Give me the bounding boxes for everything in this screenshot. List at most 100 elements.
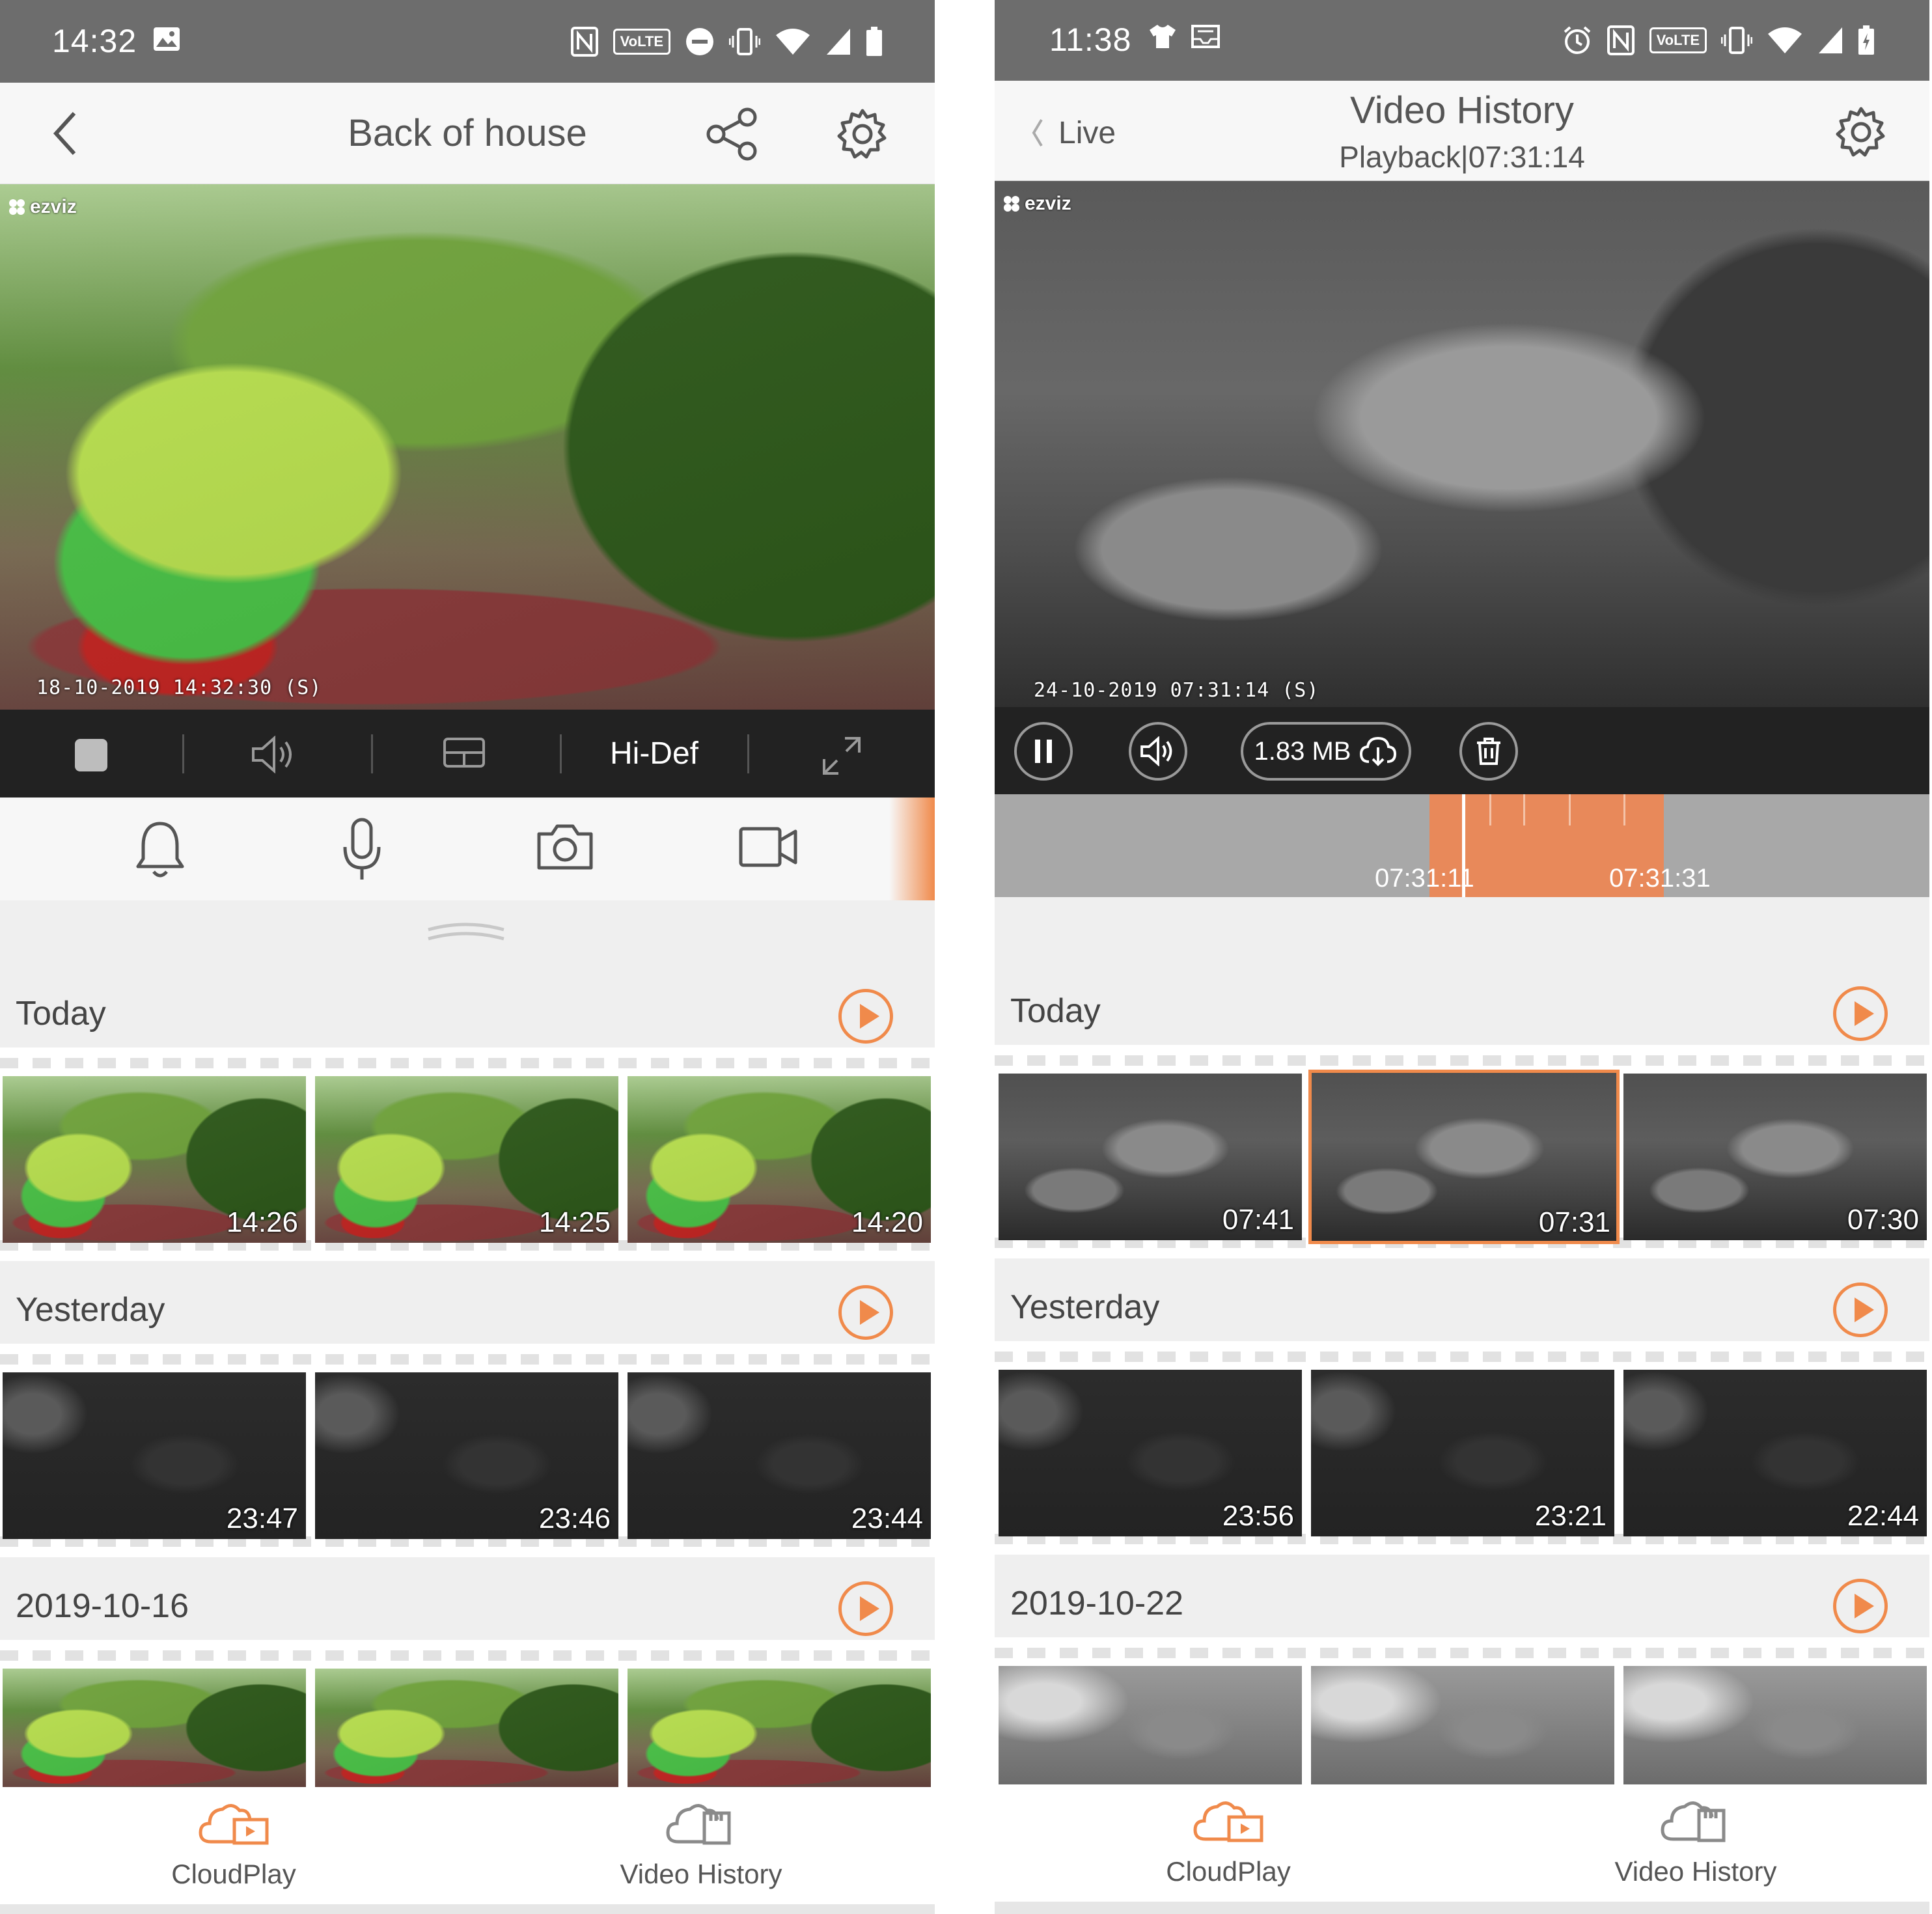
timeline-tick [1623,794,1625,825]
share-icon [706,107,757,161]
section-label: Yesterday [1010,1288,1160,1326]
recording-thumbnail[interactable]: 23:47 [3,1372,306,1539]
nav-video-history[interactable]: Video History [467,1787,935,1904]
thumbnail-time: 23:44 [851,1503,923,1534]
divider [747,734,749,773]
recording-thumbnail[interactable]: 23:44 [628,1372,931,1539]
status-time: 11:38 [1049,21,1132,58]
timeline-tick [1523,794,1525,825]
quality-toggle[interactable]: Hi-Def [592,736,716,771]
play-all-button[interactable] [838,1285,893,1340]
playback-subtitle: Playback|07:31:14 [1339,140,1585,174]
mail-icon [1191,25,1220,48]
collapse-handle-icon[interactable] [426,918,506,944]
bell-icon[interactable] [134,820,186,880]
ezviz-logo: ezviz [1002,193,1071,215]
recording-thumbnail[interactable]: 23:56 [999,1370,1302,1536]
thumbnail-strip: 07:41 07:31 07:30 [995,1045,1929,1258]
recording-thumbnail[interactable] [3,1669,306,1787]
section-today: Today [0,975,935,1047]
play-all-button[interactable] [838,1581,893,1636]
recording-thumbnail[interactable]: 22:44 [1623,1370,1927,1536]
pause-button[interactable] [1014,722,1073,781]
camera-icon[interactable] [535,822,595,872]
live-video-feed[interactable]: ezviz 18-10-2019 14:32:30 (S) [0,184,935,710]
thumbnail-strip: 23:56 23:21 22:44 [995,1341,1929,1555]
nav-cloudplay[interactable]: CloudPlay [0,1787,467,1904]
recording-thumbnail[interactable]: 07:30 [1623,1074,1927,1240]
recording-thumbnail[interactable] [999,1666,1302,1784]
battery-charging-icon [1858,25,1874,55]
fullscreen-icon[interactable] [821,736,862,776]
do-not-disturb-icon [686,28,713,55]
shirt-icon [1150,25,1176,48]
divider [371,734,373,773]
ezviz-logo-text: ezviz [30,196,77,217]
recording-thumbnail[interactable]: 23:46 [315,1372,618,1539]
playback-video[interactable]: ezviz 24-10-2019 07:31:14 (S) [995,181,1929,707]
download-button[interactable]: 1.83 MB [1241,722,1411,781]
app-header: Back of house [0,83,935,184]
recording-thumbnail[interactable]: 14:25 [315,1076,618,1243]
nfc-icon [570,27,598,57]
thumbnail-time: 23:56 [1222,1500,1294,1532]
recording-thumbnail[interactable]: 14:26 [3,1076,306,1243]
page-title: Back of house [348,112,587,154]
ezviz-logo-icon [9,199,25,215]
settings-button[interactable] [1832,103,1890,161]
recording-thumbnail[interactable]: 07:41 [999,1074,1302,1240]
signal-icon [1819,27,1842,53]
video-history-icon [666,1804,731,1845]
thumbnail-time: 23:46 [538,1503,611,1534]
recording-thumbnail[interactable]: 14:20 [628,1076,931,1243]
nfc-icon [1607,25,1635,55]
thumbnail-time: 14:25 [538,1206,611,1238]
status-bar: 11:38 VoLTE [995,0,1929,81]
panel-edge-accent [889,798,935,900]
play-all-button[interactable] [1833,1579,1888,1633]
recording-thumbnail[interactable] [315,1669,618,1787]
recording-thumbnail-selected[interactable]: 07:31 [1308,1070,1620,1244]
recording-thumbnail[interactable] [628,1669,931,1787]
section-date: 2019-10-22 [995,1564,1929,1637]
thumbnail-strip: 23:47 23:46 23:44 [0,1344,935,1557]
speaker-icon[interactable] [251,736,297,773]
recording-thumbnail[interactable]: 23:21 [1311,1370,1614,1536]
status-bar: 14:32 VoLTE [0,0,935,83]
nav-label: CloudPlay [1166,1856,1291,1887]
delete-button[interactable] [1459,722,1518,781]
trash-icon [1477,738,1500,765]
recording-thumbnail[interactable] [1311,1666,1614,1784]
playback-timeline[interactable]: 07:31:11 07:31:31 [995,794,1929,897]
video-camera-icon[interactable] [738,826,798,868]
vibrate-icon [1721,27,1752,54]
signal-icon [827,29,850,55]
play-all-button[interactable] [1833,1283,1888,1337]
thumbnail-strip [0,1640,935,1787]
page-title: Video History [1350,89,1574,132]
play-all-button[interactable] [1833,986,1888,1041]
bottom-edge [0,1904,935,1914]
speaker-icon [1140,736,1172,766]
film-perforation [0,1058,935,1068]
timeline-tick [1569,794,1571,825]
download-size: 1.83 MB [1254,736,1351,766]
share-button[interactable] [703,105,762,163]
live-control-bar: Hi-Def [0,710,935,798]
bottom-navigation: CloudPlay Video History [0,1787,935,1904]
battery-icon [866,27,882,56]
stop-button[interactable] [75,739,107,771]
nav-cloudplay[interactable]: CloudPlay [995,1784,1462,1902]
sound-button[interactable] [1129,722,1187,781]
recording-thumbnail[interactable] [1623,1666,1927,1784]
microphone-icon[interactable] [341,817,383,882]
settings-button[interactable] [833,105,892,163]
ezviz-logo-icon [1004,196,1019,212]
section-label: 2019-10-16 [16,1587,189,1625]
play-all-button[interactable] [838,989,893,1044]
thumbnail-time: 23:21 [1534,1500,1607,1532]
nav-video-history[interactable]: Video History [1462,1784,1929,1902]
timeline-label-end: 07:31:31 [1609,864,1711,893]
split-view-icon[interactable] [443,737,486,768]
section-label: Today [1010,992,1101,1030]
